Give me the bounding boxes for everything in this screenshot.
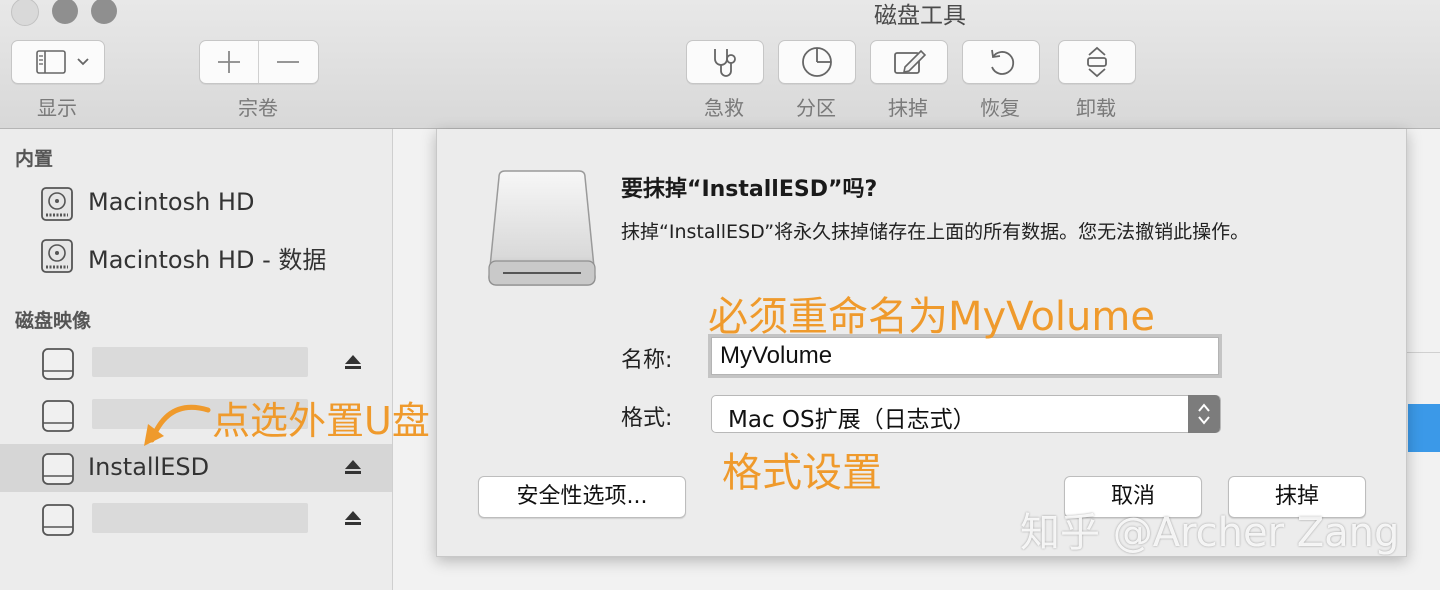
internal-disk-icon [41, 239, 73, 273]
external-disk-icon [42, 453, 74, 485]
restore-arrow-icon [991, 49, 1015, 75]
format-selected-value: Mac OS扩展（日志式） [728, 407, 976, 433]
erase-label: 抹掉 [888, 96, 928, 120]
security-options-button[interactable]: 安全性选项... [478, 476, 686, 518]
unmount-label: 卸载 [1076, 96, 1116, 120]
erase-pencil-icon [894, 49, 927, 74]
divider [1406, 352, 1440, 353]
stethoscope-icon [714, 49, 736, 77]
sidebar-item-installesd[interactable]: InstallESD [0, 444, 392, 492]
updown-chevron-icon [1188, 395, 1220, 433]
eject-icon[interactable] [344, 458, 362, 476]
erase-toolbar-button[interactable] [870, 40, 948, 84]
redacted-label [92, 347, 308, 377]
sidebar-item-disk-image[interactable] [0, 339, 392, 387]
first-aid-button[interactable] [686, 40, 764, 84]
watermark: 知乎 @Archer Zang [1020, 510, 1400, 556]
pie-partition-icon [802, 47, 832, 77]
redacted-label [92, 503, 308, 533]
partition-label: 分区 [796, 96, 836, 120]
rename-annotation: 必须重命名为MyVolume [708, 294, 1155, 340]
sidebar-item-macintosh-hd-data[interactable]: Macintosh HD - 数据 [0, 231, 392, 279]
sidebar-item-label: Macintosh HD [88, 188, 255, 216]
internal-section-header: 内置 [15, 148, 54, 170]
external-drive-icon [488, 170, 596, 286]
volume-name-input[interactable] [711, 337, 1219, 375]
unmount-icon [1087, 46, 1107, 78]
first-aid-label: 急救 [704, 96, 744, 120]
internal-disk-icon [41, 187, 73, 221]
format-annotation: 格式设置 [722, 450, 882, 496]
view-button[interactable] [11, 40, 105, 84]
partition-button[interactable] [778, 40, 856, 84]
sidebar-view-icon [36, 50, 89, 74]
window-title: 磁盘工具 [874, 3, 966, 29]
erase-dialog: 要抹掉“InstallESD”吗? 抹掉“InstallESD”将永久抹掉储存在… [436, 129, 1407, 557]
remove-volume-button[interactable] [259, 41, 317, 83]
sidebar-item-label: InstallESD [88, 453, 210, 481]
add-volume-button[interactable] [200, 41, 259, 83]
restore-button[interactable] [962, 40, 1040, 84]
disk-images-section-header: 磁盘映像 [15, 310, 92, 332]
select-usb-annotation: 点选外置U盘 [212, 399, 430, 443]
name-label: 名称: [621, 348, 673, 373]
sidebar: 内置 Macintosh HD Macintosh HD - 数据 磁盘映像 I… [0, 129, 393, 590]
plus-icon [218, 51, 240, 73]
dialog-title: 要抹掉“InstallESD”吗? [621, 177, 878, 202]
volume-label: 宗卷 [238, 96, 278, 120]
external-disk-icon [42, 400, 74, 432]
unmount-button[interactable] [1058, 40, 1136, 84]
dialog-message: 抹掉“InstallESD”将永久抹掉储存在上面的所有数据。您无法撤销此操作。 [621, 221, 1250, 243]
minus-icon [277, 61, 299, 63]
eject-icon[interactable] [344, 353, 362, 371]
volume-button-group [199, 40, 319, 84]
external-disk-icon [42, 348, 74, 380]
format-select[interactable]: Mac OS扩展（日志式） [711, 395, 1221, 433]
sidebar-item-label: Macintosh HD - 数据 [88, 246, 327, 274]
sidebar-item-disk-image[interactable] [0, 495, 392, 543]
eject-icon[interactable] [344, 509, 362, 527]
sidebar-item-macintosh-hd[interactable]: Macintosh HD [0, 179, 392, 227]
annotation-arrow-icon [144, 404, 211, 446]
format-label: 格式: [621, 406, 673, 431]
restore-label: 恢复 [980, 96, 1020, 120]
external-disk-icon [42, 504, 74, 536]
toolbar: 磁盘工具 显示 宗卷 急救 分区 抹掉 恢复 卸载 [0, 0, 1440, 129]
view-label: 显示 [37, 96, 77, 120]
usage-bar-segment [1408, 404, 1440, 452]
